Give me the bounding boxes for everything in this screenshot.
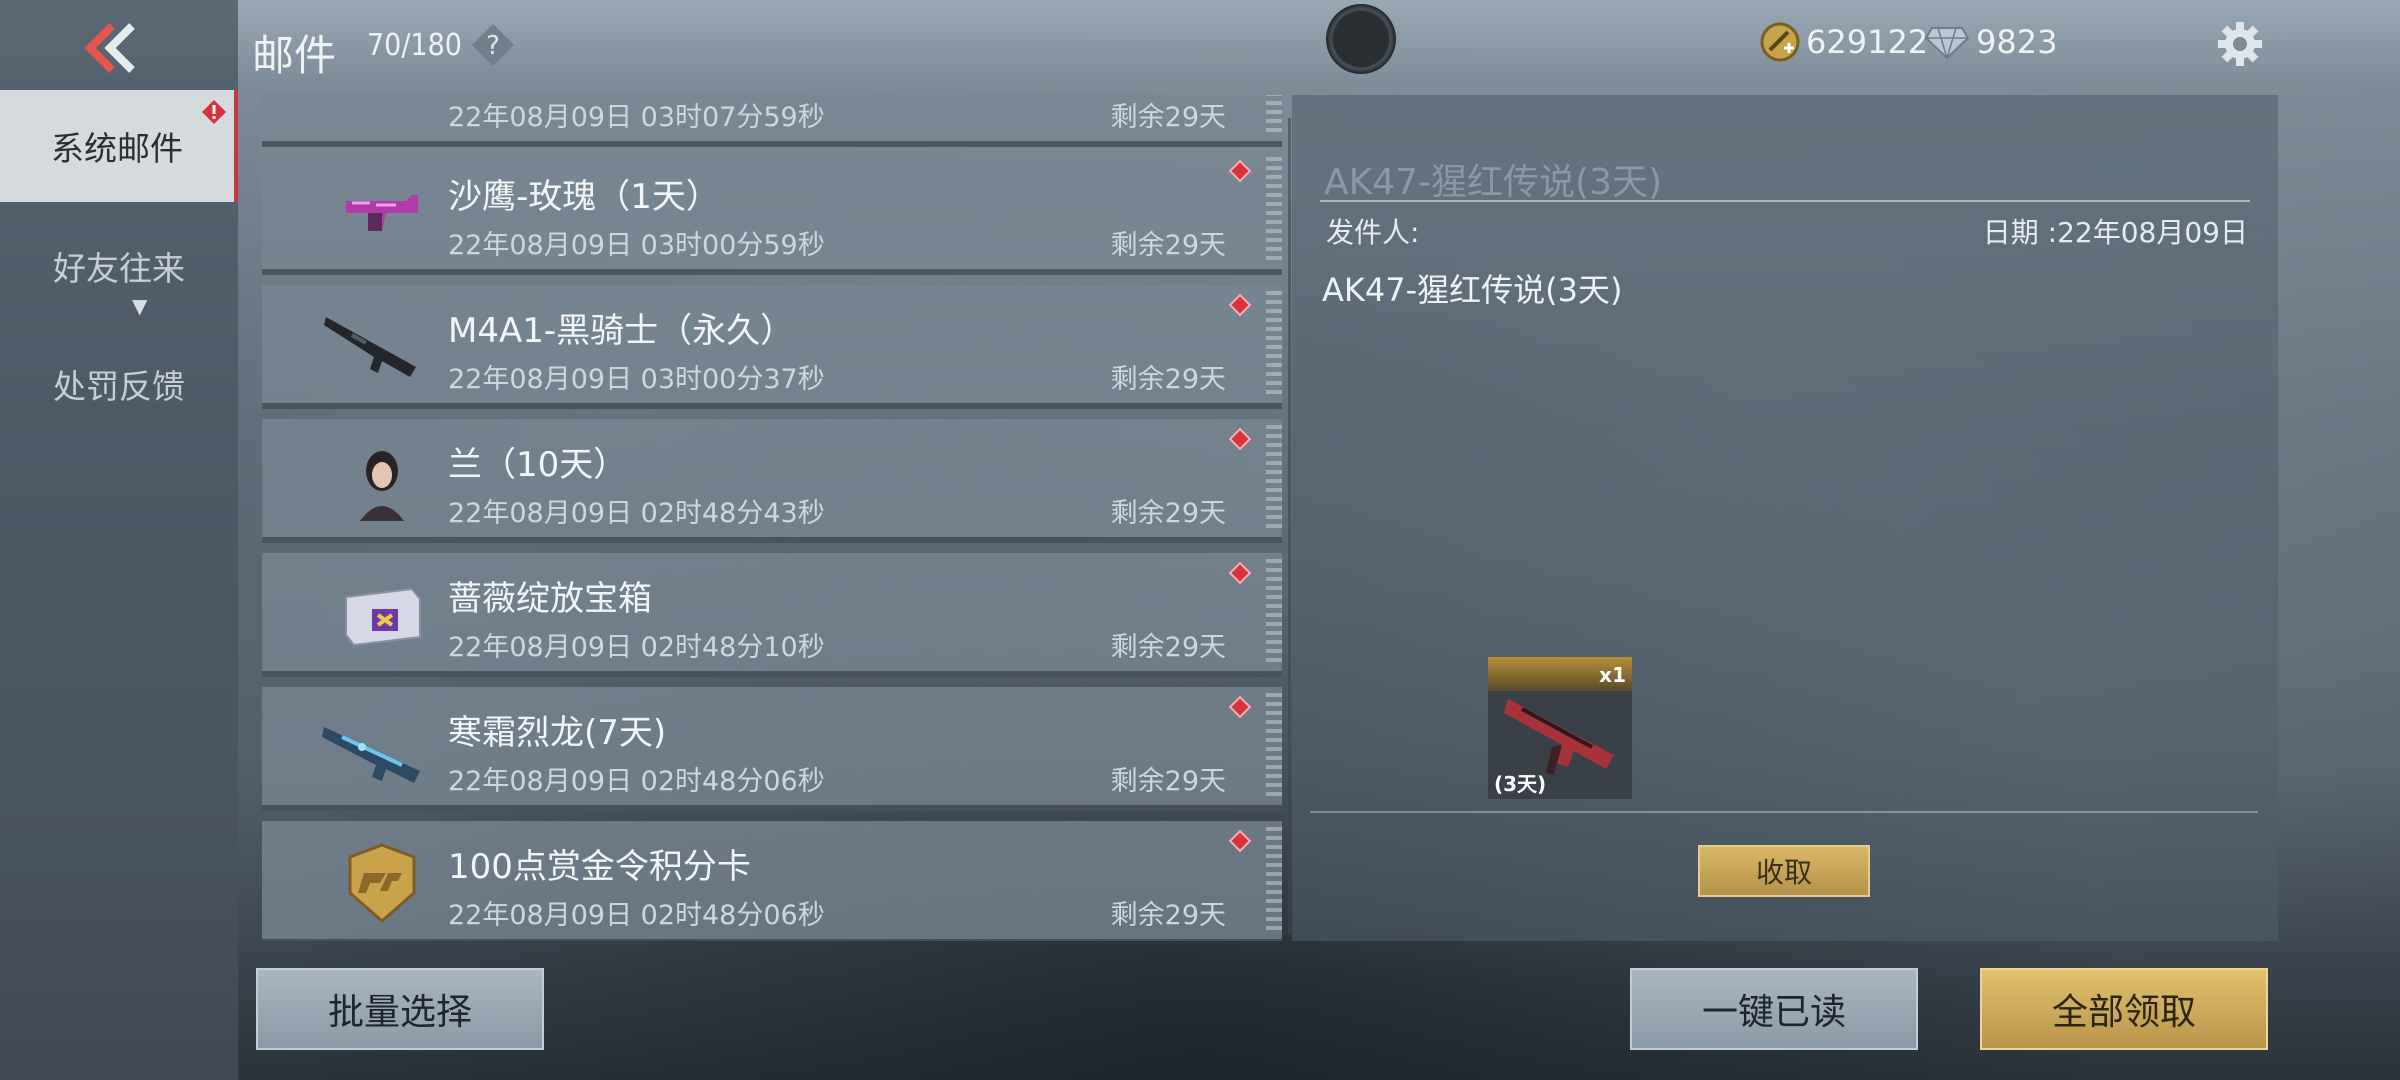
scroll-ticks: [1266, 559, 1282, 665]
mail-remaining: 剩余29天: [1110, 900, 1226, 931]
chest-icon: [345, 587, 421, 647]
list-item[interactable]: 22年08月09日 03时07分59秒 剩余29天: [262, 95, 1282, 147]
claim-all-button[interactable]: 全部领取: [1980, 968, 2268, 1050]
mail-remaining: 剩余29天: [1110, 230, 1226, 261]
detail-body: AK47-猩红传说(3天): [1322, 271, 1623, 309]
mail-time: 22年08月09日 03时07分59秒: [448, 102, 825, 133]
scroll-ticks: [1266, 95, 1282, 135]
sidebar-item-label: 系统邮件: [51, 129, 183, 168]
smg-icon: [322, 727, 420, 783]
mail-title: M4A1-黑骑士（永久）: [448, 311, 795, 351]
unread-indicator: [1228, 427, 1252, 451]
unread-indicator: [1228, 561, 1252, 585]
gold-currency: 629122: [1760, 22, 1928, 62]
unread-indicator: [1228, 293, 1252, 317]
sidebar: 系统邮件 好友往来 ▼ 处罚反馈: [0, 0, 238, 1080]
help-icon: ?: [472, 24, 514, 66]
list-item[interactable]: M4A1-黑骑士（永久） 22年08月09日 03时00分37秒 剩余29天: [262, 285, 1282, 409]
claim-button[interactable]: 收取: [1698, 845, 1870, 897]
character-icon: [360, 451, 404, 521]
pistol-icon: [346, 195, 418, 231]
page-title: 邮件: [252, 31, 337, 80]
mail-time: 22年08月09日 02时48分06秒: [448, 900, 825, 931]
mail-list[interactable]: 22年08月09日 03时07分59秒 剩余29天 沙鹰-玫瑰（1天） 22年0…: [254, 95, 1288, 941]
chevron-down-icon: ▼: [132, 294, 148, 318]
mail-time: 22年08月09日 03时00分37秒: [448, 364, 825, 395]
badge-card-icon: [348, 843, 416, 923]
record-button[interactable]: [1326, 4, 1396, 74]
diamond-amount: 9823: [1976, 23, 2058, 61]
unread-indicator: [1228, 695, 1252, 719]
scroll-ticks: [1266, 291, 1282, 397]
gold-amount: 629122: [1806, 23, 1929, 61]
reward-item[interactable]: x1 (3天): [1488, 657, 1632, 799]
sidebar-item-penalty-feedback[interactable]: 处罚反馈: [0, 328, 238, 440]
back-button[interactable]: [80, 18, 140, 78]
sidebar-item-label: 处罚反馈: [53, 367, 185, 406]
list-item[interactable]: 100点赏金令积分卡 22年08月09日 02时48分06秒 剩余29天: [262, 821, 1282, 941]
scroll-ticks: [1266, 827, 1282, 933]
mail-remaining: 剩余29天: [1110, 632, 1226, 663]
rifle-icon: [324, 317, 416, 377]
unread-indicator: [1228, 159, 1252, 183]
mail-title: 寒霜烈龙(7天): [448, 713, 667, 753]
alert-badge-icon: [202, 100, 226, 124]
detail-title: AK47-猩红传说(3天): [1324, 162, 1663, 203]
gold-coin-icon: [1760, 22, 1800, 62]
settings-button[interactable]: [2216, 20, 2264, 68]
unread-indicator: [1228, 829, 1252, 853]
mail-count: 70/180: [367, 28, 462, 63]
sidebar-item-label: 好友往来: [53, 249, 185, 288]
list-item[interactable]: 沙鹰-玫瑰（1天） 22年08月09日 03时00分59秒 剩余29天: [262, 151, 1282, 275]
sidebar-item-system-mail[interactable]: 系统邮件: [0, 90, 238, 202]
list-item[interactable]: 寒霜烈龙(7天) 22年08月09日 02时48分06秒 剩余29天: [262, 687, 1282, 811]
mail-detail-panel: AK47-猩红传说(3天) 发件人: 日期 :22年08月09日 AK47-猩红…: [1292, 95, 2278, 941]
mail-title: 沙鹰-玫瑰（1天）: [448, 177, 720, 217]
list-item[interactable]: 兰（10天） 22年08月09日 02时48分43秒 剩余29天: [262, 419, 1282, 543]
mail-title: 100点赏金令积分卡: [448, 847, 751, 887]
mark-all-read-button[interactable]: 一键已读: [1630, 968, 1918, 1050]
mail-title: 蔷薇绽放宝箱: [448, 579, 652, 619]
scroll-ticks: [1266, 693, 1282, 799]
sidebar-item-friends[interactable]: 好友往来: [0, 210, 238, 322]
divider: [1310, 811, 2258, 813]
divider: [1320, 200, 2250, 202]
help-button[interactable]: ?: [470, 22, 516, 68]
scroll-ticks: [1266, 157, 1282, 263]
detail-date: 日期 :22年08月09日: [1982, 216, 2248, 249]
mail-remaining: 剩余29天: [1110, 102, 1226, 133]
back-chevron-icon: [84, 23, 135, 73]
reward-quantity: x1: [1599, 663, 1626, 687]
detail-sender: 发件人:: [1326, 216, 1420, 249]
mail-time: 22年08月09日 03时00分59秒: [448, 230, 825, 261]
list-item[interactable]: 蔷薇绽放宝箱 22年08月09日 02时48分10秒 剩余29天: [262, 553, 1282, 677]
diamond-icon: [1924, 27, 1970, 61]
batch-select-button[interactable]: 批量选择: [256, 968, 544, 1050]
mail-remaining: 剩余29天: [1110, 498, 1226, 529]
scroll-ticks: [1266, 425, 1282, 531]
mail-time: 22年08月09日 02时48分43秒: [448, 498, 825, 529]
mail-time: 22年08月09日 02时48分10秒: [448, 632, 825, 663]
help-symbol: ?: [486, 31, 500, 61]
panel-divider: [1288, 118, 1291, 934]
mail-time: 22年08月09日 02时48分06秒: [448, 766, 825, 797]
reward-duration: (3天): [1494, 772, 1547, 796]
diamond-currency: 9823: [1924, 22, 2057, 62]
mail-title: 兰（10天）: [448, 445, 628, 485]
mail-remaining: 剩余29天: [1110, 766, 1226, 797]
mail-remaining: 剩余29天: [1110, 364, 1226, 395]
gear-icon: [2218, 22, 2262, 66]
